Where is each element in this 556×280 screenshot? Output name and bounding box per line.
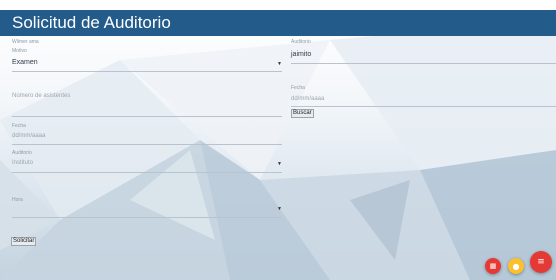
search-button[interactable]: Buscar bbox=[291, 109, 314, 118]
right-fecha-underline bbox=[291, 106, 556, 107]
fecha-input[interactable]: dd/mm/aaaa bbox=[12, 133, 45, 139]
auditorio-underline bbox=[12, 172, 282, 173]
attendees-field[interactable]: Número de asistentes bbox=[12, 93, 70, 99]
calendar-icon: ▦ bbox=[489, 262, 497, 270]
fab-menu[interactable]: ≡ bbox=[530, 251, 552, 273]
fab-person[interactable]: ● bbox=[508, 258, 524, 274]
usuario-underline bbox=[291, 63, 556, 64]
attendees-underline bbox=[12, 116, 282, 117]
person-icon: ● bbox=[512, 261, 520, 271]
usuario-input[interactable]: jaimito bbox=[291, 51, 311, 58]
user-label: Wilmer ama bbox=[12, 39, 39, 45]
page-header: Solicitud de Auditorio bbox=[0, 10, 556, 36]
page-title: Solicitud de Auditorio bbox=[12, 13, 171, 32]
chevron-down-icon[interactable]: ▼ bbox=[277, 206, 282, 212]
hora-underline bbox=[12, 217, 282, 218]
hora-label: Hora bbox=[12, 197, 23, 203]
right-fecha-label: Fecha bbox=[291, 85, 305, 91]
usuario-label: Auditorio bbox=[291, 39, 311, 45]
background-polygons bbox=[0, 20, 556, 280]
fab-calendar[interactable]: ▦ bbox=[485, 258, 501, 274]
motivo-underline bbox=[12, 71, 282, 72]
motivo-label: Motivo bbox=[12, 48, 27, 54]
fecha-label: Fecha bbox=[12, 123, 26, 129]
auditorio-label: Auditorio bbox=[12, 150, 32, 156]
right-fecha-input[interactable]: dd/mm/aaaa bbox=[291, 96, 324, 102]
menu-icon: ≡ bbox=[537, 257, 545, 267]
chevron-down-icon: ▼ bbox=[277, 161, 282, 167]
fecha-underline bbox=[12, 144, 282, 145]
auditorio-select[interactable]: Instituto bbox=[12, 160, 33, 166]
motivo-select[interactable]: Examen bbox=[12, 59, 38, 66]
submit-button[interactable]: Solicitar bbox=[11, 237, 37, 246]
chevron-down-icon: ▼ bbox=[277, 61, 282, 67]
